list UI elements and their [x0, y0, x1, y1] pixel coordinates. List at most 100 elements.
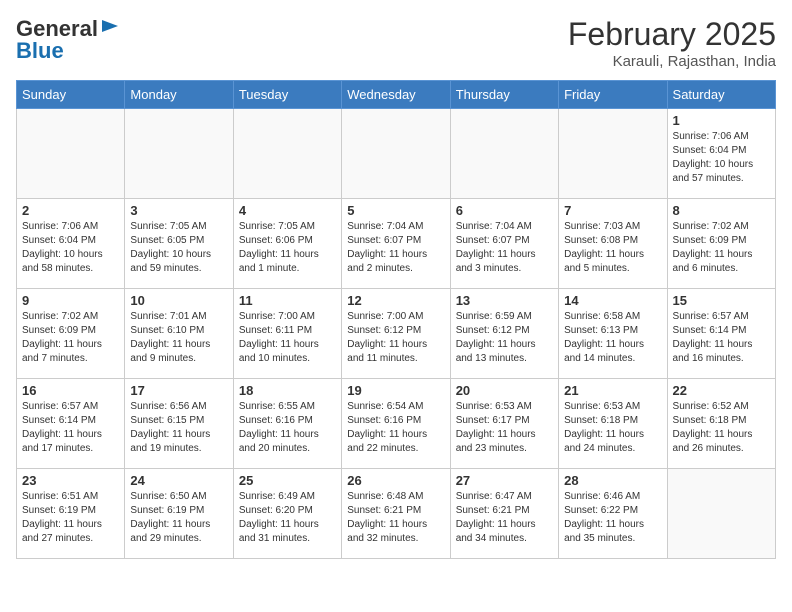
calendar-day-cell: 7 Sunrise: 7:03 AM Sunset: 6:08 PM Daylig…: [559, 199, 667, 289]
day-info: Sunrise: 7:01 AM Sunset: 6:10 PM Dayligh…: [130, 310, 227, 366]
day-number: 18: [239, 383, 336, 398]
logo-flag-icon: [100, 18, 120, 38]
calendar-week-row: 16Sunrise: 6:57 AM Sunset: 6:14 PM Dayli…: [17, 379, 776, 469]
calendar-day-cell: [233, 109, 341, 199]
calendar-day-cell: 11 Sunrise: 7:00 AM Sunset: 6:11 PM Dayli…: [233, 289, 341, 379]
calendar-day-cell: 8 Sunrise: 7:02 AM Sunset: 6:09 PM Daylig…: [667, 199, 775, 289]
day-number: 20: [456, 383, 553, 398]
weekday-header-saturday: Saturday: [667, 81, 775, 109]
day-number: 9: [22, 293, 119, 308]
day-number: 13: [456, 293, 553, 308]
calendar-day-cell: 4Sunrise: 7:05 AM Sunset: 6:06 PM Daylig…: [233, 199, 341, 289]
day-number: 11: [239, 293, 336, 308]
weekday-header-friday: Friday: [559, 81, 667, 109]
calendar-day-cell: [342, 109, 450, 199]
day-info: Sunrise: 6:57 AM Sunset: 6:14 PM Dayligh…: [22, 400, 119, 456]
day-number: 15: [673, 293, 770, 308]
day-number: 19: [347, 383, 444, 398]
calendar-day-cell: 6 Sunrise: 7:04 AM Sunset: 6:07 PM Daylig…: [450, 199, 558, 289]
calendar-week-row: 9 Sunrise: 7:02 AM Sunset: 6:09 PM Daylig…: [17, 289, 776, 379]
calendar-week-row: 2 Sunrise: 7:06 AM Sunset: 6:04 PM Daylig…: [17, 199, 776, 289]
calendar-day-cell: 22 Sunrise: 6:52 AM Sunset: 6:18 PM Dayli…: [667, 379, 775, 469]
calendar-week-row: 23 Sunrise: 6:51 AM Sunset: 6:19 PM Dayli…: [17, 469, 776, 559]
day-info: Sunrise: 6:59 AM Sunset: 6:12 PM Dayligh…: [456, 310, 553, 366]
day-number: 5: [347, 203, 444, 218]
title-block: February 2025 Karauli, Rajasthan, India: [568, 16, 776, 70]
month-title: February 2025: [568, 16, 776, 53]
day-info: Sunrise: 6:54 AM Sunset: 6:16 PM Dayligh…: [347, 400, 444, 456]
day-number: 2: [22, 203, 119, 218]
day-number: 12: [347, 293, 444, 308]
day-number: 22: [673, 383, 770, 398]
calendar-day-cell: 21 Sunrise: 6:53 AM Sunset: 6:18 PM Dayli…: [559, 379, 667, 469]
day-number: 28: [564, 473, 661, 488]
logo: General Blue: [16, 16, 120, 64]
day-number: 3: [130, 203, 227, 218]
day-info: Sunrise: 6:53 AM Sunset: 6:17 PM Dayligh…: [456, 400, 553, 456]
calendar-day-cell: 16Sunrise: 6:57 AM Sunset: 6:14 PM Dayli…: [17, 379, 125, 469]
day-info: Sunrise: 6:57 AM Sunset: 6:14 PM Dayligh…: [673, 310, 770, 366]
calendar-day-cell: [667, 469, 775, 559]
day-number: 1: [673, 113, 770, 128]
day-number: 8: [673, 203, 770, 218]
weekday-header-thursday: Thursday: [450, 81, 558, 109]
day-info: Sunrise: 7:06 AM Sunset: 6:04 PM Dayligh…: [22, 220, 119, 276]
calendar-day-cell: 27 Sunrise: 6:47 AM Sunset: 6:21 PM Dayli…: [450, 469, 558, 559]
day-info: Sunrise: 7:05 AM Sunset: 6:06 PM Dayligh…: [239, 220, 336, 276]
calendar-day-cell: [450, 109, 558, 199]
day-number: 7: [564, 203, 661, 218]
calendar-day-cell: 3 Sunrise: 7:05 AM Sunset: 6:05 PM Daylig…: [125, 199, 233, 289]
calendar-day-cell: 19 Sunrise: 6:54 AM Sunset: 6:16 PM Dayli…: [342, 379, 450, 469]
calendar-day-cell: 23 Sunrise: 6:51 AM Sunset: 6:19 PM Dayli…: [17, 469, 125, 559]
calendar-day-cell: 10Sunrise: 7:01 AM Sunset: 6:10 PM Dayli…: [125, 289, 233, 379]
day-info: Sunrise: 6:53 AM Sunset: 6:18 PM Dayligh…: [564, 400, 661, 456]
day-number: 6: [456, 203, 553, 218]
day-info: Sunrise: 6:48 AM Sunset: 6:21 PM Dayligh…: [347, 490, 444, 546]
weekday-header-monday: Monday: [125, 81, 233, 109]
calendar-table: SundayMondayTuesdayWednesdayThursdayFrid…: [16, 80, 776, 559]
calendar-day-cell: 1 Sunrise: 7:06 AM Sunset: 6:04 PM Daylig…: [667, 109, 775, 199]
page-header: General Blue February 2025 Karauli, Raja…: [16, 16, 776, 70]
day-info: Sunrise: 6:50 AM Sunset: 6:19 PM Dayligh…: [130, 490, 227, 546]
calendar-day-cell: [17, 109, 125, 199]
calendar-day-cell: 25 Sunrise: 6:49 AM Sunset: 6:20 PM Dayli…: [233, 469, 341, 559]
day-number: 25: [239, 473, 336, 488]
calendar-week-row: 1 Sunrise: 7:06 AM Sunset: 6:04 PM Daylig…: [17, 109, 776, 199]
day-number: 27: [456, 473, 553, 488]
day-info: Sunrise: 7:06 AM Sunset: 6:04 PM Dayligh…: [673, 130, 770, 186]
day-info: Sunrise: 7:00 AM Sunset: 6:11 PM Dayligh…: [239, 310, 336, 366]
day-info: Sunrise: 7:02 AM Sunset: 6:09 PM Dayligh…: [22, 310, 119, 366]
calendar-day-cell: 28 Sunrise: 6:46 AM Sunset: 6:22 PM Dayli…: [559, 469, 667, 559]
day-info: Sunrise: 7:04 AM Sunset: 6:07 PM Dayligh…: [347, 220, 444, 276]
location-text: Karauli, Rajasthan, India: [568, 53, 776, 70]
weekday-header-tuesday: Tuesday: [233, 81, 341, 109]
day-info: Sunrise: 7:00 AM Sunset: 6:12 PM Dayligh…: [347, 310, 444, 366]
day-info: Sunrise: 6:52 AM Sunset: 6:18 PM Dayligh…: [673, 400, 770, 456]
day-info: Sunrise: 6:47 AM Sunset: 6:21 PM Dayligh…: [456, 490, 553, 546]
weekday-header-sunday: Sunday: [17, 81, 125, 109]
calendar-day-cell: 5 Sunrise: 7:04 AM Sunset: 6:07 PM Daylig…: [342, 199, 450, 289]
day-number: 14: [564, 293, 661, 308]
day-number: 23: [22, 473, 119, 488]
calendar-day-cell: 26Sunrise: 6:48 AM Sunset: 6:21 PM Dayli…: [342, 469, 450, 559]
calendar-day-cell: 17Sunrise: 6:56 AM Sunset: 6:15 PM Dayli…: [125, 379, 233, 469]
weekday-header-wednesday: Wednesday: [342, 81, 450, 109]
day-info: Sunrise: 7:05 AM Sunset: 6:05 PM Dayligh…: [130, 220, 227, 276]
calendar-day-cell: 20 Sunrise: 6:53 AM Sunset: 6:17 PM Dayli…: [450, 379, 558, 469]
calendar-day-cell: 13 Sunrise: 6:59 AM Sunset: 6:12 PM Dayli…: [450, 289, 558, 379]
calendar-day-cell: 2 Sunrise: 7:06 AM Sunset: 6:04 PM Daylig…: [17, 199, 125, 289]
calendar-day-cell: 9 Sunrise: 7:02 AM Sunset: 6:09 PM Daylig…: [17, 289, 125, 379]
day-number: 21: [564, 383, 661, 398]
day-number: 24: [130, 473, 227, 488]
day-info: Sunrise: 6:46 AM Sunset: 6:22 PM Dayligh…: [564, 490, 661, 546]
calendar-day-cell: [125, 109, 233, 199]
day-info: Sunrise: 7:03 AM Sunset: 6:08 PM Dayligh…: [564, 220, 661, 276]
weekday-header-row: SundayMondayTuesdayWednesdayThursdayFrid…: [17, 81, 776, 109]
day-info: Sunrise: 6:55 AM Sunset: 6:16 PM Dayligh…: [239, 400, 336, 456]
calendar-day-cell: 14Sunrise: 6:58 AM Sunset: 6:13 PM Dayli…: [559, 289, 667, 379]
day-info: Sunrise: 6:49 AM Sunset: 6:20 PM Dayligh…: [239, 490, 336, 546]
day-info: Sunrise: 7:04 AM Sunset: 6:07 PM Dayligh…: [456, 220, 553, 276]
day-info: Sunrise: 6:56 AM Sunset: 6:15 PM Dayligh…: [130, 400, 227, 456]
day-info: Sunrise: 7:02 AM Sunset: 6:09 PM Dayligh…: [673, 220, 770, 276]
day-info: Sunrise: 6:51 AM Sunset: 6:19 PM Dayligh…: [22, 490, 119, 546]
